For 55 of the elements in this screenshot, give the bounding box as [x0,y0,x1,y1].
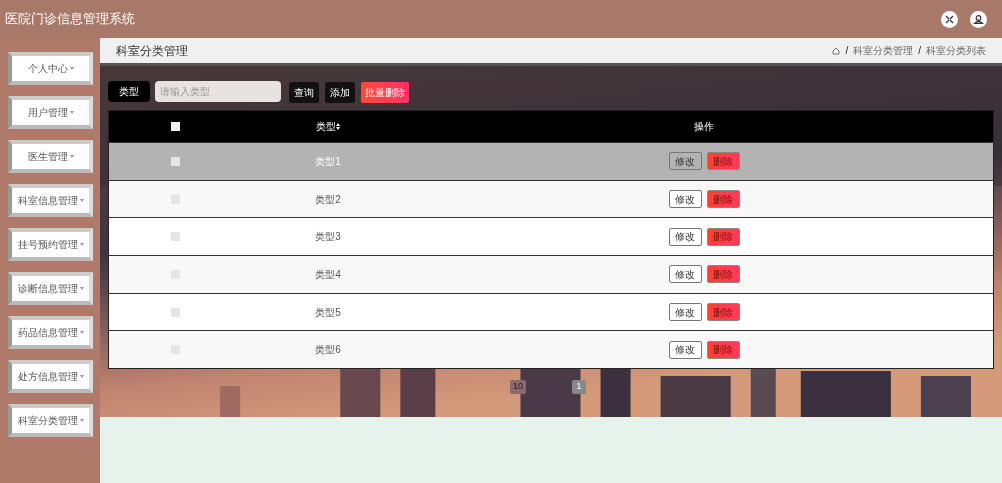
sidebar-item[interactable]: 挂号预约管理 [8,228,93,261]
row-checkbox[interactable] [170,232,180,242]
search-label: 类型 [108,81,150,102]
toolbar-button[interactable]: 添加 [325,82,355,103]
caret-icon [79,419,84,422]
caret-icon [69,111,74,114]
sidebar-item[interactable]: 科室信息管理 [8,184,93,217]
table-cell-text: 类型2 [315,192,341,207]
edit-button[interactable]: 修改 [668,227,702,246]
select-all-checkbox[interactable] [170,122,180,131]
sort-icon[interactable] [336,123,340,130]
app-title: 医院门诊信息管理系统 [5,10,135,29]
table-row[interactable]: 类型2 修改 删除 [109,179,993,218]
table-row[interactable]: 类型6 修改 删除 [109,330,993,369]
column-header: 操作 [694,120,714,134]
column-header[interactable]: 类型 [316,119,336,134]
table-cell-text: 类型6 [315,343,341,358]
row-checkbox[interactable] [170,307,180,317]
home-icon[interactable] [832,46,841,55]
edit-button[interactable]: 修改 [668,265,702,284]
row-checkbox[interactable] [170,156,180,166]
table-cell-text: 类型3 [315,230,341,245]
table-row[interactable]: 类型4 修改 删除 [109,255,993,293]
sidebar-item[interactable]: 诊断信息管理 [8,272,93,305]
caret-icon [79,331,84,334]
caret-icon [69,155,74,158]
breadcrumb-link[interactable]: 科室分类列表 [926,43,986,58]
page-title: 科室分类管理 [116,42,188,60]
edit-button[interactable]: 修改 [668,152,702,171]
search-field[interactable]: 请输入类型 [155,81,281,102]
fullscreen-icon[interactable] [941,10,958,28]
caret-icon [79,199,84,202]
caret-icon [79,375,84,378]
edit-button[interactable]: 修改 [668,340,702,359]
breadcrumb-separator: / [845,44,849,58]
table-cell-text: 类型1 [315,154,341,169]
page-button[interactable]: 1 [572,380,586,395]
sidebar-item[interactable]: 科室分类管理 [8,404,93,437]
table-row[interactable]: 类型1 修改 删除 [109,142,993,180]
edit-button[interactable]: 修改 [668,190,702,209]
table-cell-text: 类型5 [315,305,341,320]
sidebar-item[interactable]: 药品信息管理 [8,316,93,349]
edit-button[interactable]: 修改 [668,303,702,322]
caret-icon [69,67,74,70]
sidebar-item[interactable]: 处方信息管理 [8,360,93,393]
breadcrumb-link[interactable]: 科室分类管理 [853,43,914,58]
breadcrumb-separator: / [918,44,921,58]
sidebar-item[interactable]: 用户管理 [8,96,93,129]
table-cell-text: 类型4 [315,267,341,282]
sidebar-item[interactable]: 个人中心 [8,52,93,85]
sidebar-item[interactable]: 医生管理 [8,140,93,173]
caret-icon [79,243,84,246]
toolbar-button[interactable]: 查询 [289,82,319,103]
user-icon[interactable] [970,10,987,28]
caret-icon [79,287,84,290]
